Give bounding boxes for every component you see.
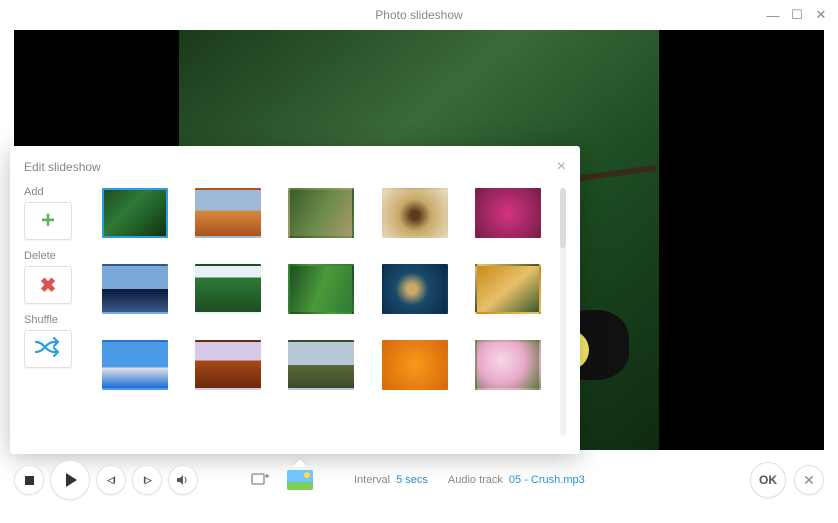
volume-button[interactable] — [168, 465, 198, 495]
edit-slideshow-popover: Edit slideshow × Add + Delete ✖ Shuffle — [10, 146, 580, 454]
slideshow-icon — [287, 470, 313, 490]
play-icon — [66, 473, 77, 487]
thumbnail[interactable] — [102, 340, 168, 390]
delete-button[interactable]: ✖ — [24, 266, 72, 304]
thumbnail[interactable] — [102, 264, 168, 314]
delete-label: Delete — [24, 250, 82, 262]
thumbnail[interactable] — [382, 188, 448, 238]
next-icon: I▷ — [143, 475, 150, 486]
add-media-icon — [250, 472, 270, 488]
thumbnail[interactable] — [288, 264, 354, 314]
edit-slideshow-button[interactable] — [284, 467, 316, 493]
thumbnail[interactable] — [288, 340, 354, 390]
thumbnail[interactable] — [288, 188, 354, 238]
plus-icon: + — [41, 209, 55, 233]
titlebar: Photo slideshow — ☐ ✕ — [0, 0, 838, 30]
thumbnail[interactable] — [475, 264, 541, 314]
thumbnail[interactable] — [195, 188, 261, 238]
close-icon: ✕ — [803, 472, 815, 489]
thumbnail[interactable] — [382, 340, 448, 390]
audio-track-label: Audio track — [448, 474, 503, 486]
prev-icon: ◁I — [107, 475, 114, 486]
cancel-button[interactable]: ✕ — [794, 465, 824, 495]
interval-label: Interval — [354, 474, 390, 486]
add-button[interactable]: + — [24, 202, 72, 240]
shuffle-icon — [34, 336, 62, 363]
thumbnail[interactable] — [475, 340, 541, 390]
next-button[interactable]: I▷ — [132, 465, 162, 495]
minimize-button[interactable]: — — [766, 8, 780, 23]
stop-icon — [25, 476, 34, 485]
ok-button[interactable]: OK — [750, 462, 786, 498]
thumbnail[interactable] — [102, 188, 168, 238]
thumbnail[interactable] — [195, 340, 261, 390]
window-title: Photo slideshow — [375, 8, 462, 22]
window-controls: — ☐ ✕ — [766, 0, 828, 30]
scrollbar-handle[interactable] — [560, 188, 566, 248]
thumbnail[interactable] — [475, 188, 541, 238]
previous-button[interactable]: ◁I — [96, 465, 126, 495]
thumbnail-scrollbar[interactable] — [560, 188, 566, 436]
bottom-controls: ◁I I▷ Interval 5 secs Audio track 05 - C… — [14, 455, 824, 505]
interval-value[interactable]: 5 secs — [396, 474, 428, 486]
add-label: Add — [24, 186, 82, 198]
thumbnail[interactable] — [382, 264, 448, 314]
play-button[interactable] — [50, 460, 90, 500]
add-media-button[interactable] — [244, 467, 276, 493]
stop-button[interactable] — [14, 465, 44, 495]
x-icon: ✖ — [40, 273, 57, 298]
thumbnail[interactable] — [195, 264, 261, 314]
maximize-button[interactable]: ☐ — [790, 7, 804, 23]
shuffle-label: Shuffle — [24, 314, 82, 326]
close-popover-button[interactable]: × — [557, 158, 566, 176]
popover-title: Edit slideshow — [24, 160, 101, 174]
thumbnail-grid — [100, 184, 552, 440]
close-window-button[interactable]: ✕ — [814, 7, 828, 23]
speaker-icon — [177, 475, 189, 485]
shuffle-button[interactable] — [24, 330, 72, 368]
audio-track-value[interactable]: 05 - Crush.mp3 — [509, 474, 585, 486]
popover-sidebar: Add + Delete ✖ Shuffle — [24, 184, 82, 440]
